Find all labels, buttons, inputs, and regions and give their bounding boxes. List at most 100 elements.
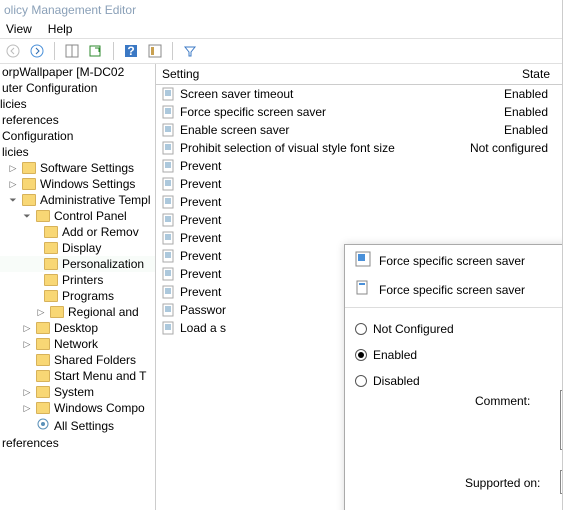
folder-icon xyxy=(22,178,36,190)
tree-root[interactable]: orpWallpaper [M-DC02 xyxy=(0,64,155,80)
back-icon[interactable] xyxy=(4,42,22,60)
chevron-right-icon: ▷ xyxy=(22,403,32,413)
setting-row[interactable]: Prevent xyxy=(156,211,562,229)
tree-display[interactable]: Display xyxy=(0,240,155,256)
tree-shared[interactable]: Shared Folders xyxy=(0,352,155,368)
tree-personalization[interactable]: Personalization xyxy=(0,256,155,272)
list-pane: Setting State Screen saver timeoutEnable… xyxy=(156,64,562,510)
col-setting[interactable]: Setting xyxy=(156,64,452,84)
setting-icon xyxy=(160,212,176,228)
forward-icon[interactable] xyxy=(28,42,46,60)
toolbar: ? xyxy=(0,39,562,64)
radio-icon xyxy=(355,375,367,387)
setting-label: Prevent xyxy=(180,231,448,245)
setting-icon xyxy=(160,86,176,102)
layout-icon[interactable] xyxy=(146,42,164,60)
setting-row[interactable]: Screen saver timeoutEnabled xyxy=(156,85,562,103)
setting-row[interactable]: Prevent xyxy=(156,193,562,211)
tree-win-comp[interactable]: ▷Windows Compo xyxy=(0,400,155,416)
setting-label: Enable screen saver xyxy=(180,123,448,137)
separator xyxy=(172,42,173,60)
radio-label: Enabled xyxy=(373,348,417,362)
tree-network[interactable]: ▷Network xyxy=(0,336,155,352)
radio-label: Not Configured xyxy=(373,322,454,336)
folder-icon xyxy=(36,386,50,398)
tree-windows[interactable]: ▷Windows Settings xyxy=(0,176,155,192)
show-icon[interactable] xyxy=(63,42,81,60)
tree-start-menu[interactable]: Start Menu and T xyxy=(0,368,155,384)
tree-system[interactable]: ▷System xyxy=(0,384,155,400)
menu-bar: View Help xyxy=(0,20,562,39)
help-icon[interactable]: ? xyxy=(122,42,140,60)
tree-programs[interactable]: Programs xyxy=(0,288,155,304)
list-header: Setting State xyxy=(156,64,562,85)
filter-icon[interactable] xyxy=(181,42,199,60)
tree-policies[interactable]: licies xyxy=(0,96,155,112)
settings-icon xyxy=(36,417,50,434)
setting-icon xyxy=(160,140,176,156)
tree-control-panel[interactable]: ⏷Control Panel xyxy=(0,208,155,224)
svg-text:?: ? xyxy=(127,44,134,58)
folder-icon xyxy=(44,242,58,254)
dialog-subtitle: Force specific screen saver xyxy=(379,283,525,297)
folder-icon xyxy=(50,306,64,318)
folder-icon xyxy=(44,226,58,238)
setting-state: Enabled xyxy=(448,105,558,119)
setting-icon xyxy=(160,248,176,264)
policy-page-icon xyxy=(355,280,371,299)
setting-icon xyxy=(160,320,176,336)
tree-preferences[interactable]: references xyxy=(0,112,155,128)
folder-icon xyxy=(44,274,58,286)
folder-icon xyxy=(22,162,36,174)
folder-icon xyxy=(36,354,50,366)
folder-icon xyxy=(36,402,50,414)
tree-all-settings[interactable]: All Settings xyxy=(0,416,155,435)
col-state[interactable]: State xyxy=(452,64,562,84)
chevron-down-icon: ⏷ xyxy=(22,211,32,221)
tree-add-remove[interactable]: Add or Remov xyxy=(0,224,155,240)
radio-icon xyxy=(355,323,367,335)
tree-admin-templates[interactable]: ⏷Administrative Templ xyxy=(0,192,155,208)
folder-icon xyxy=(36,322,50,334)
supported-label: Supported on: xyxy=(465,476,540,490)
menu-help[interactable]: Help xyxy=(48,22,73,36)
setting-state: Enabled xyxy=(448,123,558,137)
tree-preferences2[interactable]: references xyxy=(0,435,155,451)
tree-regional[interactable]: ▷Regional and xyxy=(0,304,155,320)
setting-label: Screen saver timeout xyxy=(180,87,448,101)
setting-icon xyxy=(160,176,176,192)
folder-icon xyxy=(36,370,50,382)
tree-configuration[interactable]: Configuration xyxy=(0,128,155,144)
tree-software[interactable]: ▷Software Settings xyxy=(0,160,155,176)
tree-printers[interactable]: Printers xyxy=(0,272,155,288)
setting-row[interactable]: Force specific screen saverEnabled xyxy=(156,103,562,121)
setting-row[interactable]: Enable screen saverEnabled xyxy=(156,121,562,139)
tree-policies2[interactable]: licies xyxy=(0,144,155,160)
chevron-right-icon: ▷ xyxy=(22,323,32,333)
folder-icon xyxy=(36,338,50,350)
setting-label: Prohibit selection of visual style font … xyxy=(180,141,448,155)
radio-disabled[interactable]: Disabled xyxy=(355,374,563,388)
setting-row[interactable]: Prevent xyxy=(156,175,562,193)
radio-enabled[interactable]: Enabled xyxy=(355,348,563,362)
tree-computer-config[interactable]: uter Configuration xyxy=(0,80,155,96)
setting-row[interactable]: Prevent xyxy=(156,157,562,175)
radio-icon xyxy=(355,349,367,361)
dialog-subtitle-row: Force specific screen saver xyxy=(345,276,563,308)
setting-row[interactable]: Prohibit selection of visual style font … xyxy=(156,139,562,157)
setting-label: Prevent xyxy=(180,195,448,209)
comment-label: Comment: xyxy=(475,394,530,408)
export-icon[interactable] xyxy=(87,42,105,60)
radio-not-configured[interactable]: Not Configured xyxy=(355,322,563,336)
chevron-right-icon: ▷ xyxy=(22,387,32,397)
setting-label: Force specific screen saver xyxy=(180,105,448,119)
radio-label: Disabled xyxy=(373,374,420,388)
dialog-title: Force specific screen saver xyxy=(379,254,525,268)
separator xyxy=(54,42,55,60)
folder-icon xyxy=(44,258,58,270)
chevron-down-icon: ⏷ xyxy=(8,195,18,205)
menu-view[interactable]: View xyxy=(6,22,32,36)
tree-desktop[interactable]: ▷Desktop xyxy=(0,320,155,336)
window-title: olicy Management Editor xyxy=(0,0,562,20)
setting-label: Prevent xyxy=(180,177,448,191)
